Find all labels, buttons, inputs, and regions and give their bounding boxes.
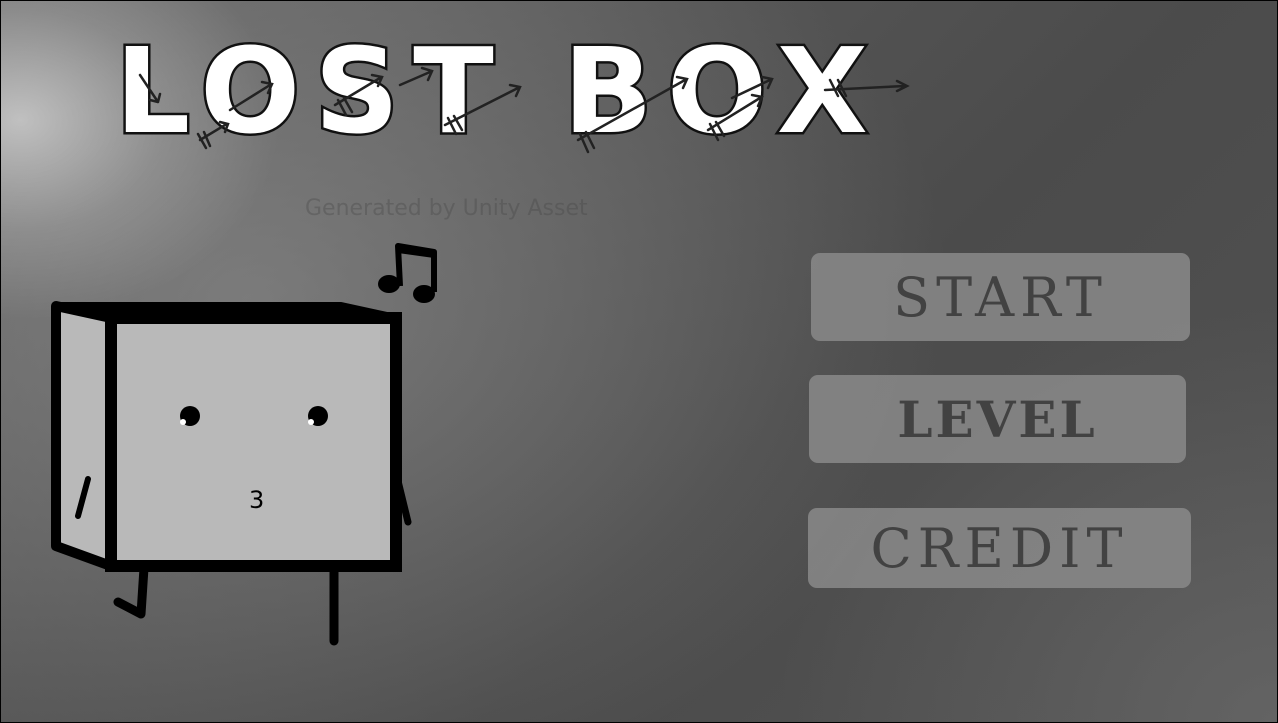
watermark-text: Generated by Unity Asset xyxy=(305,196,588,221)
box-front-face xyxy=(105,312,402,572)
box-mouth: 3 xyxy=(249,486,264,514)
box-legs xyxy=(113,563,339,646)
box-character: 3 xyxy=(51,301,412,646)
box-side-panel xyxy=(51,301,116,571)
credit-button[interactable]: CREDIT xyxy=(808,508,1191,588)
level-button[interactable]: LEVEL xyxy=(809,375,1186,463)
start-button[interactable]: START xyxy=(811,253,1190,341)
game-title-logo: LOST BOX xyxy=(113,30,910,163)
main-menu-screen: LOST BOX Generated by Unity Asset 3 STAR… xyxy=(0,0,1278,723)
game-title: LOST BOX xyxy=(115,30,882,160)
